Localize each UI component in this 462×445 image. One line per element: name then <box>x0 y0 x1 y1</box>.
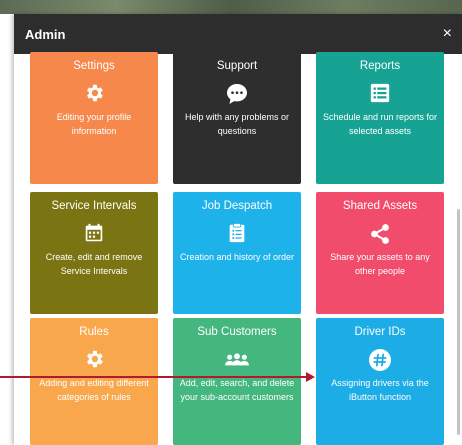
scrollbar[interactable] <box>457 209 460 435</box>
tile-description: Share your assets to any other people <box>330 252 430 276</box>
hash-icon <box>316 348 444 371</box>
tile-description: Schedule and run reports for selected as… <box>322 112 438 136</box>
tile-service-intervals[interactable]: Service Intervals Create, edit and remov… <box>30 192 158 314</box>
tile-description: Create, edit and remove Service Interval… <box>45 252 143 276</box>
close-icon[interactable]: × <box>443 26 452 42</box>
tile-description: Help with any problems or questions <box>184 112 290 136</box>
clipboard-icon <box>173 222 301 244</box>
tile-description: Adding and editing different categories … <box>39 378 149 402</box>
calendar-icon <box>30 222 158 244</box>
gear-icon <box>30 348 158 370</box>
tile-driver-ids[interactable]: Driver IDs Assigning drivers via the iBu… <box>316 318 444 445</box>
chat-bubble-icon <box>173 82 301 104</box>
tile-description: Add, edit, search, and delete your sub-a… <box>179 378 295 402</box>
tile-title: Settings <box>73 60 115 72</box>
list-icon <box>316 82 444 104</box>
tile-description: Editing your profile information <box>56 112 132 136</box>
modal-title: Admin <box>25 26 66 42</box>
annotation-arrow-head <box>306 372 315 382</box>
tile-description: Assigning drivers via the iButton functi… <box>331 378 429 402</box>
tile-title: Driver IDs <box>354 326 406 338</box>
modal-header: Admin × <box>14 14 462 54</box>
tile-title: Support <box>216 60 258 72</box>
share-icon <box>316 222 444 244</box>
users-icon <box>173 348 301 370</box>
background-map <box>0 0 462 14</box>
annotation-arrow-line <box>0 376 308 378</box>
tile-support[interactable]: Support Help with any problems or questi… <box>173 52 301 184</box>
tile-title: Reports <box>359 60 401 72</box>
tile-title: Rules <box>79 326 109 338</box>
tile-title: Sub Customers <box>197 326 277 338</box>
gear-icon <box>30 82 158 104</box>
tile-reports[interactable]: Reports Schedule and run reports for sel… <box>316 52 444 184</box>
tile-title: Shared Assets <box>342 200 418 212</box>
tile-title: Service Intervals <box>51 200 137 212</box>
admin-modal: Admin × Settings Editing your profile in… <box>14 14 462 445</box>
tile-rules[interactable]: Rules Adding and editing different categ… <box>30 318 158 445</box>
tile-sub-customers[interactable]: Sub Customers Add, edit, search, and del… <box>173 318 301 445</box>
tile-description: Creation and history of order <box>179 252 295 262</box>
tile-job-despatch[interactable]: Job Despatch Creation and history of ord… <box>173 192 301 314</box>
tile-title: Job Despatch <box>201 200 273 212</box>
tile-settings[interactable]: Settings Editing your profile informatio… <box>30 52 158 184</box>
tile-shared-assets[interactable]: Shared Assets Share your assets to any o… <box>316 192 444 314</box>
